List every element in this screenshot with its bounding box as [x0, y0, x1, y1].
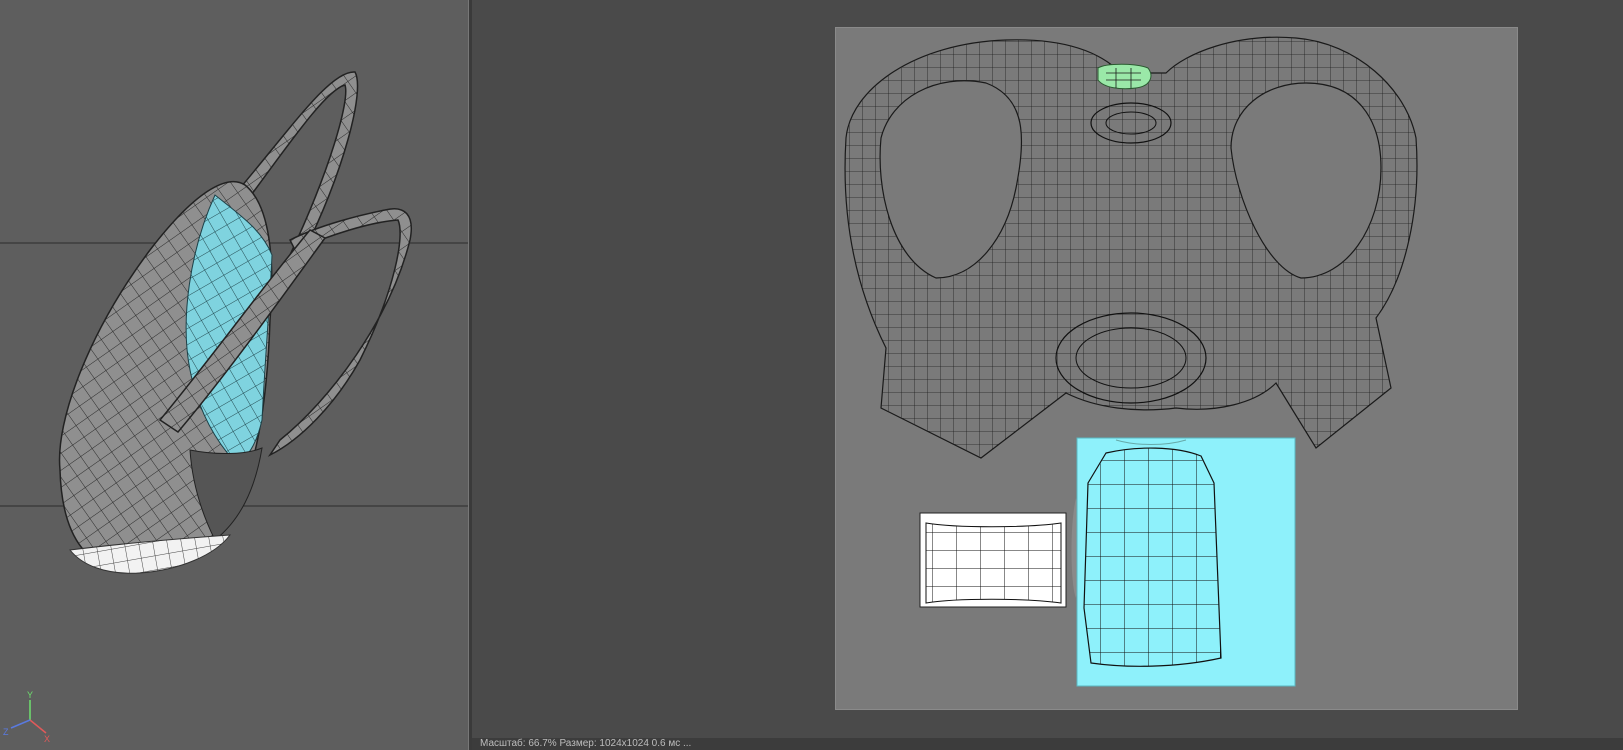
status-text: Масштаб: 66.7% Размер: 1024x1024 0.6 мс … [480, 738, 692, 749]
axis-gizmo: Y X Z [3, 690, 50, 744]
uv-island-green[interactable] [1097, 63, 1152, 90]
status-bar: Масштаб: 66.7% Размер: 1024x1024 0.6 мс … [472, 738, 1623, 750]
uv-island-mask-main[interactable] [844, 36, 1418, 459]
uv-island-white[interactable] [919, 512, 1067, 608]
uv-canvas[interactable] [836, 28, 1519, 711]
axis-label-x: X [44, 734, 50, 744]
axis-label-z: Z [3, 727, 9, 737]
3d-viewport[interactable]: Y X Z [0, 0, 468, 750]
uv-texture-page[interactable] [835, 27, 1518, 710]
viewport-canvas[interactable]: Y X Z [0, 0, 468, 750]
mask-3d-model[interactable] [58, 71, 412, 574]
uv-island-selected[interactable] [1076, 437, 1296, 687]
axis-label-y: Y [27, 690, 33, 700]
uv-editor-panel[interactable] [472, 0, 1623, 738]
